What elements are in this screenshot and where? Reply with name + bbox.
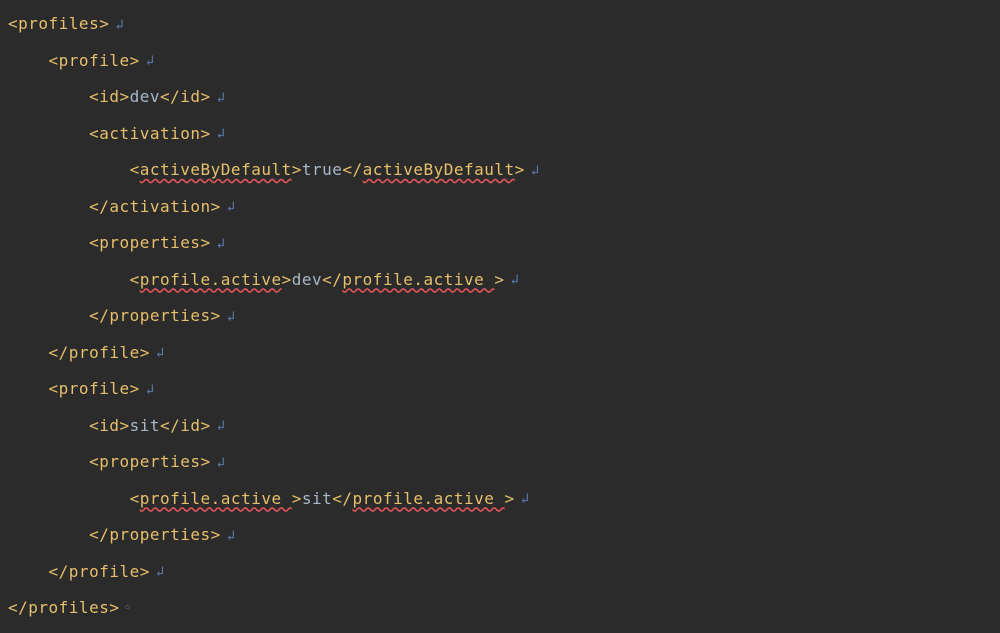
newline-icon: ↲	[150, 335, 165, 371]
code-line[interactable]: <id>sit</id>↲	[8, 408, 992, 445]
xml-tag[interactable]: </profile>	[49, 562, 150, 581]
xml-tag[interactable]: profile.active	[342, 270, 494, 289]
xml-text[interactable]: dev	[130, 87, 160, 106]
code-line[interactable]: <activation>↲	[8, 116, 992, 153]
xml-tag[interactable]: <properties>	[89, 452, 211, 471]
xml-tag[interactable]: <profile>	[49, 379, 140, 398]
xml-tag[interactable]: <profile>	[49, 51, 140, 70]
caret-icon: ◦	[119, 591, 131, 627]
newline-icon: ↲	[221, 518, 236, 554]
xml-tag[interactable]: activeByDefault	[140, 160, 292, 179]
xml-tag[interactable]: >	[494, 270, 504, 289]
code-line[interactable]: <properties>↲	[8, 444, 992, 481]
xml-tag[interactable]: >	[292, 489, 302, 508]
indent	[8, 160, 130, 179]
newline-icon: ↲	[150, 554, 165, 590]
xml-tag[interactable]: </profiles>	[8, 598, 119, 617]
xml-tag[interactable]: >	[515, 160, 525, 179]
xml-tag[interactable]: <	[130, 489, 140, 508]
newline-icon: ↲	[525, 153, 540, 189]
xml-tag[interactable]: profile.active	[353, 489, 505, 508]
code-line[interactable]: <properties>↲	[8, 225, 992, 262]
newline-icon: ↲	[140, 43, 155, 79]
indent	[8, 525, 89, 544]
newline-icon: ↲	[221, 189, 236, 225]
code-editor[interactable]: <profiles>↲ <profile>↲ <id>dev</id>↲ <ac…	[0, 0, 1000, 627]
indent	[8, 197, 89, 216]
indent	[8, 124, 89, 143]
code-line[interactable]: <activeByDefault>true</activeByDefault>↲	[8, 152, 992, 189]
xml-tag[interactable]: <	[130, 160, 140, 179]
code-line[interactable]: </properties>↲	[8, 298, 992, 335]
code-line[interactable]: <profile>↲	[8, 371, 992, 408]
xml-tag[interactable]: profile.active	[140, 270, 282, 289]
code-line[interactable]: <profile.active >sit</profile.active >↲	[8, 481, 992, 518]
indent	[8, 489, 130, 508]
xml-tag[interactable]: <profiles>	[8, 14, 109, 33]
xml-tag[interactable]: <	[130, 270, 140, 289]
xml-tag[interactable]: </	[342, 160, 362, 179]
xml-tag[interactable]: </	[332, 489, 352, 508]
xml-tag[interactable]: </	[322, 270, 342, 289]
newline-icon: ↲	[211, 445, 226, 481]
indent	[8, 51, 49, 70]
newline-icon: ↲	[505, 262, 520, 298]
indent	[8, 379, 49, 398]
code-line[interactable]: </profile>↲	[8, 554, 992, 591]
code-line[interactable]: <profile.active>dev</profile.active >↲	[8, 262, 992, 299]
xml-text[interactable]: dev	[292, 270, 322, 289]
xml-tag[interactable]: <id>	[89, 416, 130, 435]
xml-tag[interactable]: >	[292, 160, 302, 179]
code-line[interactable]: </activation>↲	[8, 189, 992, 226]
xml-tag[interactable]: >	[282, 270, 292, 289]
newline-icon: ↲	[140, 372, 155, 408]
xml-tag[interactable]: profile.active	[140, 489, 292, 508]
newline-icon: ↲	[211, 80, 226, 116]
xml-tag[interactable]: <properties>	[89, 233, 211, 252]
newline-icon: ↲	[211, 226, 226, 262]
xml-text[interactable]: sit	[302, 489, 332, 508]
indent	[8, 233, 89, 252]
xml-tag[interactable]: </activation>	[89, 197, 221, 216]
newline-icon: ↲	[515, 481, 530, 517]
xml-tag[interactable]: >	[505, 489, 515, 508]
code-line[interactable]: </profiles>◦	[8, 590, 992, 627]
indent	[8, 562, 49, 581]
xml-text[interactable]: true	[302, 160, 343, 179]
code-line[interactable]: <id>dev</id>↲	[8, 79, 992, 116]
indent	[8, 452, 89, 471]
xml-tag[interactable]: </id>	[160, 87, 211, 106]
newline-icon: ↲	[211, 116, 226, 152]
indent	[8, 416, 89, 435]
indent	[8, 306, 89, 325]
code-line[interactable]: </properties>↲	[8, 517, 992, 554]
xml-tag[interactable]: <id>	[89, 87, 130, 106]
indent	[8, 343, 49, 362]
code-line[interactable]: </profile>↲	[8, 335, 992, 372]
xml-tag[interactable]: </id>	[160, 416, 211, 435]
newline-icon: ↲	[221, 299, 236, 335]
indent	[8, 270, 130, 289]
code-line[interactable]: <profile>↲	[8, 43, 992, 80]
xml-tag[interactable]: </profile>	[49, 343, 150, 362]
newline-icon: ↲	[109, 7, 124, 43]
xml-text[interactable]: sit	[130, 416, 160, 435]
code-line[interactable]: <profiles>↲	[8, 6, 992, 43]
xml-tag[interactable]: </properties>	[89, 525, 221, 544]
xml-tag[interactable]: <activation>	[89, 124, 211, 143]
xml-tag[interactable]: </properties>	[89, 306, 221, 325]
xml-tag[interactable]: activeByDefault	[363, 160, 515, 179]
indent	[8, 87, 89, 106]
newline-icon: ↲	[211, 408, 226, 444]
